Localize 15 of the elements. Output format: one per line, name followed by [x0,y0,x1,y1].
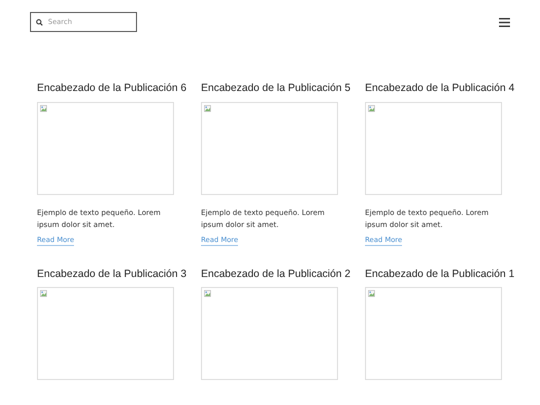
post-heading: Encabezado de la Publicación 2 [201,268,352,280]
broken-image-icon [368,104,375,112]
menu-button[interactable] [497,16,512,28]
post-heading: Encabezado de la Publicación 4 [365,82,516,94]
broken-image-icon [204,104,211,112]
post-heading: Encabezado de la Publicación 5 [201,82,352,94]
broken-image-icon [204,290,211,297]
broken-image-icon [368,290,375,297]
post-heading: Encabezado de la Publicación 3 [37,268,188,280]
menu-icon [499,18,510,26]
post-heading: Encabezado de la Publicación 6 [37,82,188,94]
broken-image-icon [40,104,47,112]
post-heading: Encabezado de la Publicación 1 [365,268,516,280]
search-icon [36,19,43,26]
broken-image-icon [40,290,47,297]
